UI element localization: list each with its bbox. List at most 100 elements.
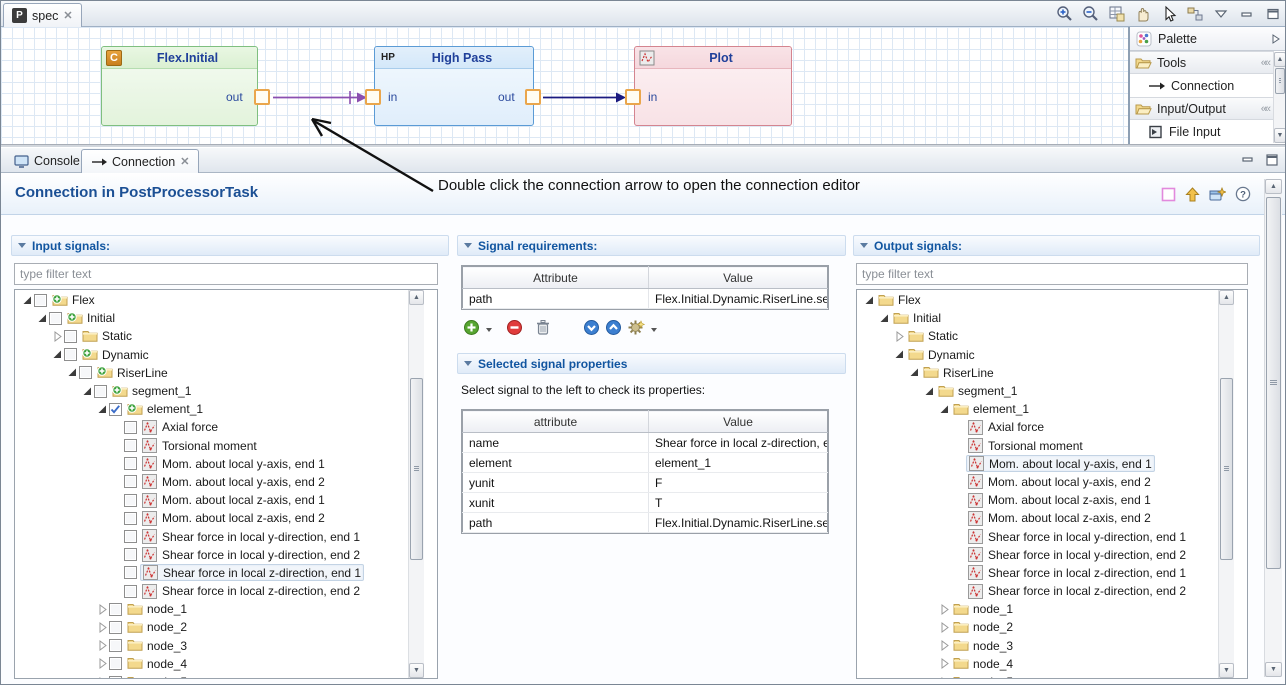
- tree-item[interactable]: RiserLine: [857, 364, 1247, 382]
- twistie-open-icon[interactable]: [66, 366, 79, 379]
- output-filter-field[interactable]: [856, 263, 1248, 285]
- twistie-open-icon[interactable]: [923, 385, 936, 398]
- twistie-open-icon[interactable]: [893, 348, 906, 361]
- checkbox[interactable]: [124, 421, 137, 434]
- checkbox[interactable]: [124, 566, 137, 579]
- tree-item[interactable]: node_3: [857, 637, 1247, 655]
- checkbox[interactable]: [109, 657, 122, 670]
- pink-square-icon[interactable]: [1161, 187, 1176, 207]
- tree-item[interactable]: Dynamic: [857, 346, 1247, 364]
- tree-item[interactable]: Axial force: [857, 418, 1247, 436]
- output-tree-scrollbar[interactable]: ▲ ▼: [1218, 290, 1234, 678]
- checkbox[interactable]: [124, 512, 137, 525]
- tree-item[interactable]: Static: [857, 327, 1247, 345]
- palette-item-connection[interactable]: Connection: [1130, 74, 1274, 97]
- tree-item[interactable]: element_1: [857, 400, 1247, 418]
- section-selected-signal-properties[interactable]: Selected signal properties: [457, 353, 846, 374]
- tree-item[interactable]: node_1: [857, 600, 1247, 618]
- tab-spec[interactable]: P spec ✕: [3, 3, 82, 27]
- block-flex-initial[interactable]: C Flex.Initial: [101, 46, 258, 126]
- block-high-pass[interactable]: HP High Pass: [374, 46, 534, 126]
- new-wizard-icon[interactable]: [1209, 187, 1226, 207]
- checkbox[interactable]: [64, 330, 77, 343]
- tree-item[interactable]: Torsional moment: [857, 437, 1247, 455]
- scroll-up-icon[interactable]: ▲: [1274, 52, 1286, 67]
- remove-icon[interactable]: [506, 319, 523, 341]
- tree-item[interactable]: Shear force in local z-direction, end 1: [15, 564, 437, 582]
- checkbox[interactable]: [49, 312, 62, 325]
- tree-item[interactable]: Mom. about local z-axis, end 1: [857, 491, 1247, 509]
- checkbox[interactable]: [64, 348, 77, 361]
- twistie-closed-icon[interactable]: [893, 330, 906, 343]
- scroll-down-icon[interactable]: ▼: [1219, 663, 1234, 678]
- input-filter-field[interactable]: [14, 263, 438, 285]
- column-header[interactable]: attribute: [463, 411, 649, 433]
- tree-item[interactable]: node_2: [857, 618, 1247, 636]
- tree-item[interactable]: RiserLine: [15, 364, 437, 382]
- tree-item[interactable]: Axial force: [15, 418, 437, 436]
- twistie-closed-icon[interactable]: [938, 676, 951, 679]
- tree-item[interactable]: Mom. about local y-axis, end 2: [857, 473, 1247, 491]
- minimize-icon[interactable]: [1237, 4, 1257, 24]
- checkbox[interactable]: [124, 548, 137, 561]
- zoom-out-icon[interactable]: [1081, 4, 1101, 24]
- input-tree-scrollbar[interactable]: ▲ ▼: [408, 290, 424, 678]
- maximize-view-icon[interactable]: [1265, 153, 1279, 171]
- checkbox[interactable]: [94, 385, 107, 398]
- tree-item[interactable]: element_1: [15, 400, 437, 418]
- tree-item[interactable]: Flex: [15, 291, 437, 309]
- tab-console[interactable]: Console: [5, 149, 89, 173]
- twistie-closed-icon[interactable]: [96, 603, 109, 616]
- promote-arrow-icon[interactable]: [1185, 187, 1200, 207]
- tree-item[interactable]: Static: [15, 327, 437, 345]
- table-row[interactable]: yunitF: [463, 473, 828, 493]
- scroll-up-icon[interactable]: ▲: [1265, 179, 1282, 194]
- table-row[interactable]: elementelement_1: [463, 453, 828, 473]
- palette-drawer-tools[interactable]: Tools ««: [1130, 51, 1274, 74]
- twistie-closed-icon[interactable]: [51, 330, 64, 343]
- outline-icon[interactable]: [1107, 4, 1127, 24]
- tree-item[interactable]: segment_1: [15, 382, 437, 400]
- palette-header[interactable]: Palette: [1130, 27, 1286, 51]
- tab-connection[interactable]: Connection ✕: [81, 149, 199, 173]
- twistie-closed-icon[interactable]: [938, 639, 951, 652]
- twistie-open-icon[interactable]: [908, 366, 921, 379]
- twistie-open-icon[interactable]: [21, 294, 34, 307]
- tree-item[interactable]: segment_1: [857, 382, 1247, 400]
- tree-item[interactable]: Mom. about local z-axis, end 2: [15, 509, 437, 527]
- checkbox[interactable]: [109, 603, 122, 616]
- column-header[interactable]: Value: [649, 267, 828, 289]
- maximize-icon[interactable]: [1263, 4, 1283, 24]
- tree-item[interactable]: node_4: [15, 655, 437, 673]
- tree-item[interactable]: Shear force in local z-direction, end 1: [857, 564, 1247, 582]
- palette-item-file-input[interactable]: File Input: [1130, 120, 1274, 143]
- tree-item[interactable]: Initial: [15, 309, 437, 327]
- port-flex-out[interactable]: [254, 89, 270, 105]
- tree-item[interactable]: Initial: [857, 309, 1247, 327]
- pin-drawer-icon[interactable]: ««: [1261, 103, 1269, 115]
- twistie-closed-icon[interactable]: [96, 657, 109, 670]
- checkbox[interactable]: [79, 366, 92, 379]
- pin-drawer-icon[interactable]: ««: [1261, 57, 1269, 69]
- tree-item[interactable]: Flex: [857, 291, 1247, 309]
- add-icon[interactable]: [463, 319, 480, 341]
- select-cursor-icon[interactable]: [1159, 4, 1179, 24]
- tree-item[interactable]: Mom. about local z-axis, end 1: [15, 491, 437, 509]
- checkbox[interactable]: [124, 585, 137, 598]
- port-plot-in[interactable]: [625, 89, 641, 105]
- scroll-down-icon[interactable]: ▼: [1274, 128, 1286, 143]
- tree-item[interactable]: node_2: [15, 618, 437, 636]
- table-row[interactable]: pathFlex.Initial.Dynamic.RiserLine.segr: [463, 289, 828, 309]
- scroll-up-icon[interactable]: ▲: [1219, 290, 1234, 305]
- scroll-up-icon[interactable]: ▲: [409, 290, 424, 305]
- checkbox[interactable]: [109, 403, 122, 416]
- tree-item[interactable]: Mom. about local z-axis, end 2: [857, 509, 1247, 527]
- tree-item[interactable]: Mom. about local y-axis, end 1: [857, 455, 1247, 473]
- close-icon[interactable]: ✕: [63, 9, 72, 22]
- tree-item[interactable]: node_4: [857, 655, 1247, 673]
- twistie-closed-icon[interactable]: [938, 657, 951, 670]
- checkbox[interactable]: [109, 639, 122, 652]
- tree-item[interactable]: Shear force in local y-direction, end 1: [15, 527, 437, 545]
- tree-item[interactable]: node_3: [15, 637, 437, 655]
- twistie-open-icon[interactable]: [51, 348, 64, 361]
